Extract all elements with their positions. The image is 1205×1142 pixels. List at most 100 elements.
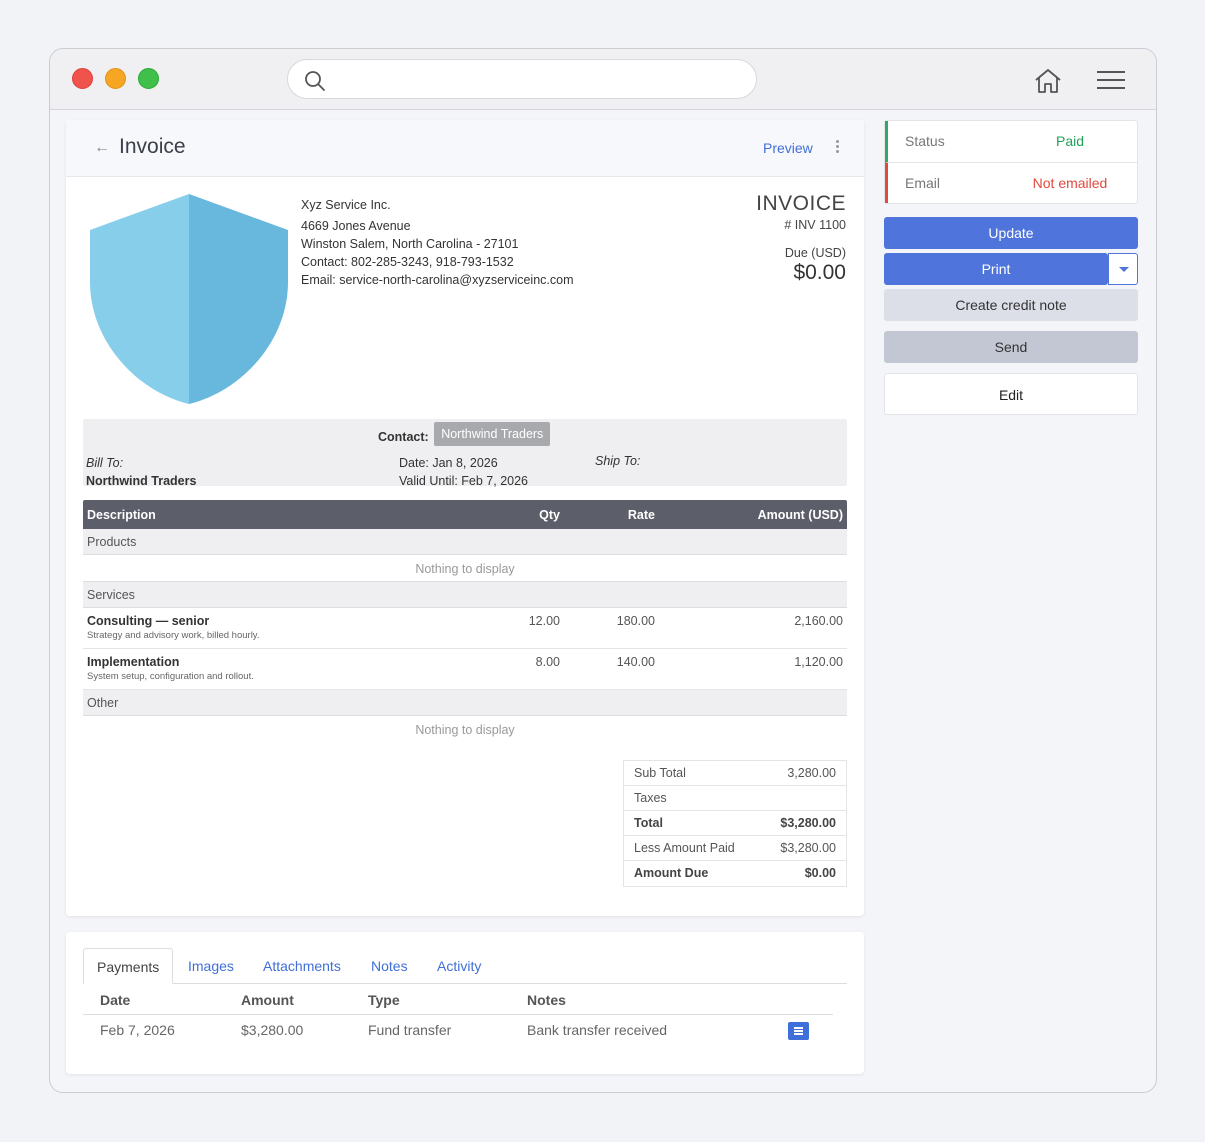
- invoice-info-box: Contact: Northwind Traders Bill To: Nort…: [83, 419, 847, 488]
- group-other: Other: [83, 690, 847, 716]
- create-credit-note-button[interactable]: Create credit note: [884, 289, 1138, 321]
- taxes-label: Taxes: [634, 791, 667, 805]
- payments-header: Date Amount Type Notes: [83, 985, 833, 1015]
- email-label: Email: [905, 175, 941, 191]
- col-rate: Rate: [627, 508, 655, 522]
- page-title: Invoice: [119, 135, 186, 158]
- print-dropdown-chevron-down-icon[interactable]: [1108, 253, 1138, 285]
- preview-link[interactable]: Preview: [763, 140, 813, 156]
- list-details-icon[interactable]: [788, 1022, 809, 1040]
- taxes-row: Taxes: [624, 786, 846, 811]
- company-address: Xyz Service Inc. 4669 Jones Avenue Winst…: [301, 196, 574, 289]
- send-button[interactable]: Send: [884, 331, 1138, 363]
- status-label: Status: [905, 133, 945, 149]
- company-name: Xyz Service Inc.: [301, 198, 391, 212]
- amount-due-value: $0.00: [804, 866, 836, 880]
- totals-box: Sub Total 3,280.00 Taxes Total $3,280.00…: [623, 760, 847, 887]
- item-name: Implementation: [87, 655, 180, 669]
- invoice-card: ← Invoice Preview Xyz Service Inc. 4669 …: [66, 120, 864, 916]
- tab-images[interactable]: Images: [188, 958, 234, 974]
- close-window-button[interactable]: [72, 68, 93, 89]
- empty-message: Nothing to display: [415, 723, 515, 737]
- valid-until: Valid Until: Feb 7, 2026: [399, 474, 529, 488]
- email-status: Not emailed: [1032, 175, 1108, 191]
- invoice-number: # INV 1100: [784, 218, 846, 232]
- subtotal-row: Sub Total 3,280.00: [624, 761, 846, 786]
- total-label: Total: [634, 816, 663, 830]
- payment-type: Fund transfer: [368, 1022, 452, 1038]
- contact-badge[interactable]: Northwind Traders: [434, 422, 551, 446]
- col-qty: Qty: [539, 508, 560, 522]
- item-description: Consulting — senior Strategy and advisor…: [87, 614, 260, 641]
- total-value: $3,280.00: [780, 816, 836, 830]
- maximize-window-button[interactable]: [138, 68, 159, 89]
- invoice-title: INVOICE: [756, 192, 846, 215]
- item-rate: 140.00: [616, 655, 655, 669]
- payment-notes: Bank transfer received: [527, 1022, 668, 1038]
- contact-label: Contact:: [378, 430, 429, 444]
- amount-due-row: Amount Due $0.00: [624, 861, 846, 886]
- edit-button[interactable]: Edit: [884, 373, 1138, 415]
- item-amount: 1,120.00: [794, 655, 843, 669]
- minimize-window-button[interactable]: [105, 68, 126, 89]
- contact-row: Contact: Northwind Traders: [378, 422, 551, 446]
- subtotal-label: Sub Total: [634, 766, 686, 780]
- table-row: Feb 7, 2026 $3,280.00 Fund transfer Bank…: [83, 1015, 833, 1047]
- payments-card: Payments Images Attachments Notes Activi…: [66, 932, 864, 1074]
- item-detail: Strategy and advisory work, billed hourl…: [87, 630, 260, 641]
- tab-attachments[interactable]: Attachments: [263, 958, 341, 974]
- status-row: Status Paid: [885, 121, 1137, 162]
- company-city: Winston Salem, North Carolina - 27101: [301, 237, 519, 251]
- table-row: Implementation System setup, configurati…: [83, 649, 847, 690]
- total-row: Total $3,280.00: [624, 811, 846, 836]
- invoice-summary: INVOICE # INV 1100 Due (USD) $0.00: [756, 192, 846, 285]
- group-products: Products: [83, 529, 847, 555]
- shield-logo-icon: [90, 194, 288, 404]
- payment-date: Feb 7, 2026: [100, 1022, 175, 1038]
- update-button[interactable]: Update: [884, 217, 1138, 249]
- back-arrow-icon[interactable]: ←: [94, 139, 110, 157]
- col-amount: Amount (USD): [757, 508, 843, 522]
- status-card: Status Paid Email Not emailed: [884, 120, 1138, 204]
- col-type: Type: [368, 992, 400, 1008]
- group-label: Other: [87, 696, 119, 710]
- email-row: Email Not emailed: [885, 162, 1137, 203]
- due-amount: $0.00: [793, 261, 846, 284]
- col-notes: Notes: [527, 992, 566, 1008]
- group-label: Services: [87, 588, 135, 602]
- group-label: Products: [87, 535, 137, 549]
- table-header: Description Qty Rate Amount (USD): [83, 500, 847, 529]
- item-description: Implementation System setup, configurati…: [87, 655, 254, 682]
- company-email: Email: service-north-carolina@xyzservice…: [301, 273, 574, 287]
- company-contact: Contact: 802-285-3243, 918-793-1532: [301, 255, 514, 269]
- empty-message: Nothing to display: [83, 555, 847, 582]
- invoice-dates: Date: Jan 8, 2026 Valid Until: Feb 7, 20…: [399, 454, 528, 490]
- item-amount: 2,160.00: [794, 614, 843, 628]
- amount-due-label: Amount Due: [634, 866, 709, 880]
- ship-to-label: Ship To:: [595, 454, 641, 468]
- search-icon: [305, 71, 325, 91]
- tab-activity[interactable]: Activity: [437, 958, 481, 974]
- tab-notes[interactable]: Notes: [371, 958, 408, 974]
- hamburger-menu-icon[interactable]: [1097, 71, 1125, 91]
- amount-paid-row: Less Amount Paid $3,280.00: [624, 836, 846, 861]
- status-badge: Paid: [1055, 133, 1085, 149]
- bill-to-value: Northwind Traders: [86, 474, 197, 488]
- tab-payments[interactable]: Payments: [83, 948, 174, 984]
- tab-bar: Payments Images Attachments Notes Activi…: [83, 948, 847, 984]
- print-button[interactable]: Print: [884, 253, 1108, 285]
- actions-sidebar: Status Paid Email Not emailed Update Pri…: [884, 120, 1138, 415]
- title-bar: [50, 49, 1156, 110]
- item-name: Consulting — senior: [87, 614, 210, 628]
- amount-paid-label: Less Amount Paid: [634, 841, 735, 855]
- home-icon[interactable]: [1033, 67, 1063, 95]
- col-date: Date: [100, 992, 131, 1008]
- address-search-bar[interactable]: [287, 59, 757, 99]
- company-street: 4669 Jones Avenue: [301, 219, 411, 233]
- bill-to-label: Bill To:: [86, 456, 124, 470]
- col-description: Description: [87, 508, 156, 522]
- due-label: Due (USD): [784, 246, 846, 260]
- table-row: Consulting — senior Strategy and advisor…: [83, 608, 847, 649]
- more-options-icon[interactable]: [836, 140, 840, 155]
- invoice-header: ← Invoice Preview: [66, 120, 864, 177]
